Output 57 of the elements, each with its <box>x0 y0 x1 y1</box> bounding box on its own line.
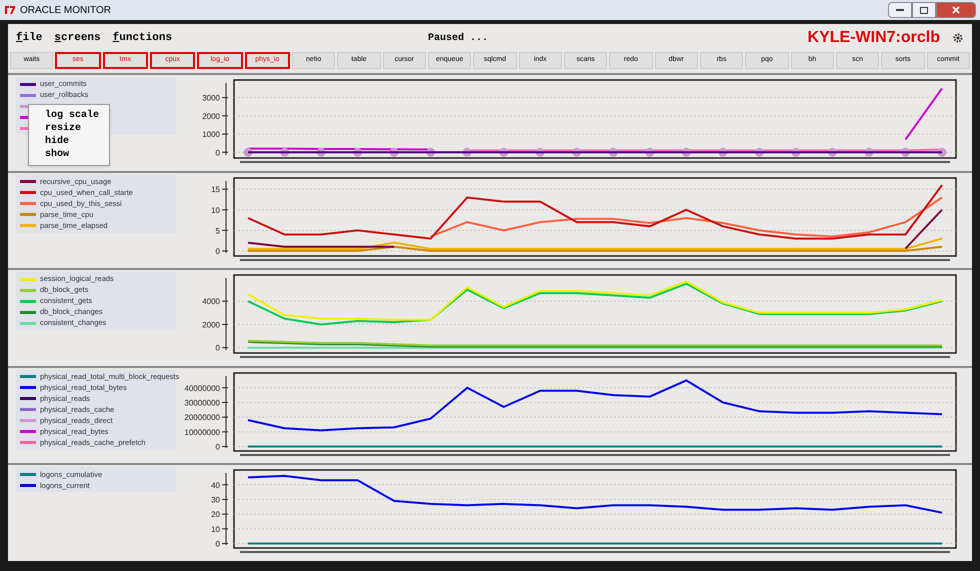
app-icon <box>4 4 16 16</box>
minimize-button[interactable] <box>888 2 912 18</box>
tick-label: 10 <box>211 525 220 534</box>
context-menu-item[interactable]: resize <box>29 122 109 135</box>
data-point <box>645 148 654 157</box>
tick-label: 20 <box>211 510 220 520</box>
data-point <box>608 148 618 157</box>
tick-label: 40 <box>211 481 220 490</box>
tick-label: 5 <box>216 226 220 235</box>
menu-item[interactable]: file <box>16 30 42 46</box>
tick-label: 0 <box>216 442 220 452</box>
data-point <box>280 148 290 157</box>
tick-label: 10 <box>211 205 220 214</box>
tick-label: 0 <box>216 148 220 158</box>
tick-label: 3000 <box>202 94 220 103</box>
data-point <box>353 148 362 157</box>
tick-label: 1000 <box>202 130 220 140</box>
tick-label: 30000000 <box>184 398 220 408</box>
data-point <box>754 148 764 157</box>
tick-label: 0 <box>216 246 220 256</box>
tick-label: 2000 <box>202 112 220 121</box>
data-point <box>864 148 874 157</box>
settings-icon[interactable] <box>952 32 964 44</box>
data-point <box>316 148 326 157</box>
close-button[interactable] <box>936 2 976 18</box>
data-point <box>499 148 508 157</box>
data-point <box>572 148 582 157</box>
data-point <box>462 148 472 157</box>
data-point <box>938 148 946 157</box>
tick-label: 0 <box>216 344 220 353</box>
data-point <box>390 148 399 157</box>
data-point <box>244 148 252 157</box>
data-point <box>426 148 436 157</box>
tick-label: 40000000 <box>184 384 220 393</box>
context-menu-item[interactable]: hide <box>29 135 109 148</box>
close-icon <box>952 6 960 14</box>
menu-item[interactable]: functions <box>112 30 172 46</box>
tick-label: 2000 <box>202 320 220 330</box>
data-point <box>536 148 545 157</box>
tick-label: 4000 <box>202 297 220 306</box>
data-point <box>718 148 728 157</box>
context-menu-item[interactable]: show <box>29 148 109 161</box>
status-text: Paused ... <box>428 32 488 46</box>
tick-label: 20000000 <box>184 412 220 422</box>
menu-item[interactable]: screens <box>54 30 101 46</box>
tick-label: 0 <box>216 540 220 549</box>
tick-label: 10000000 <box>184 428 220 437</box>
data-point <box>791 148 800 157</box>
maximize-button[interactable] <box>912 2 936 18</box>
data-point <box>682 148 691 157</box>
window-title: ORACLE MONITOR <box>20 4 111 18</box>
context-menu-item[interactable]: log scale <box>29 109 109 122</box>
tick-label: 30 <box>211 496 220 505</box>
data-point <box>828 148 837 157</box>
data-point <box>900 148 910 157</box>
instance-name: KYLE-WIN7:orclb <box>808 28 940 48</box>
tick-label: 15 <box>211 184 220 194</box>
